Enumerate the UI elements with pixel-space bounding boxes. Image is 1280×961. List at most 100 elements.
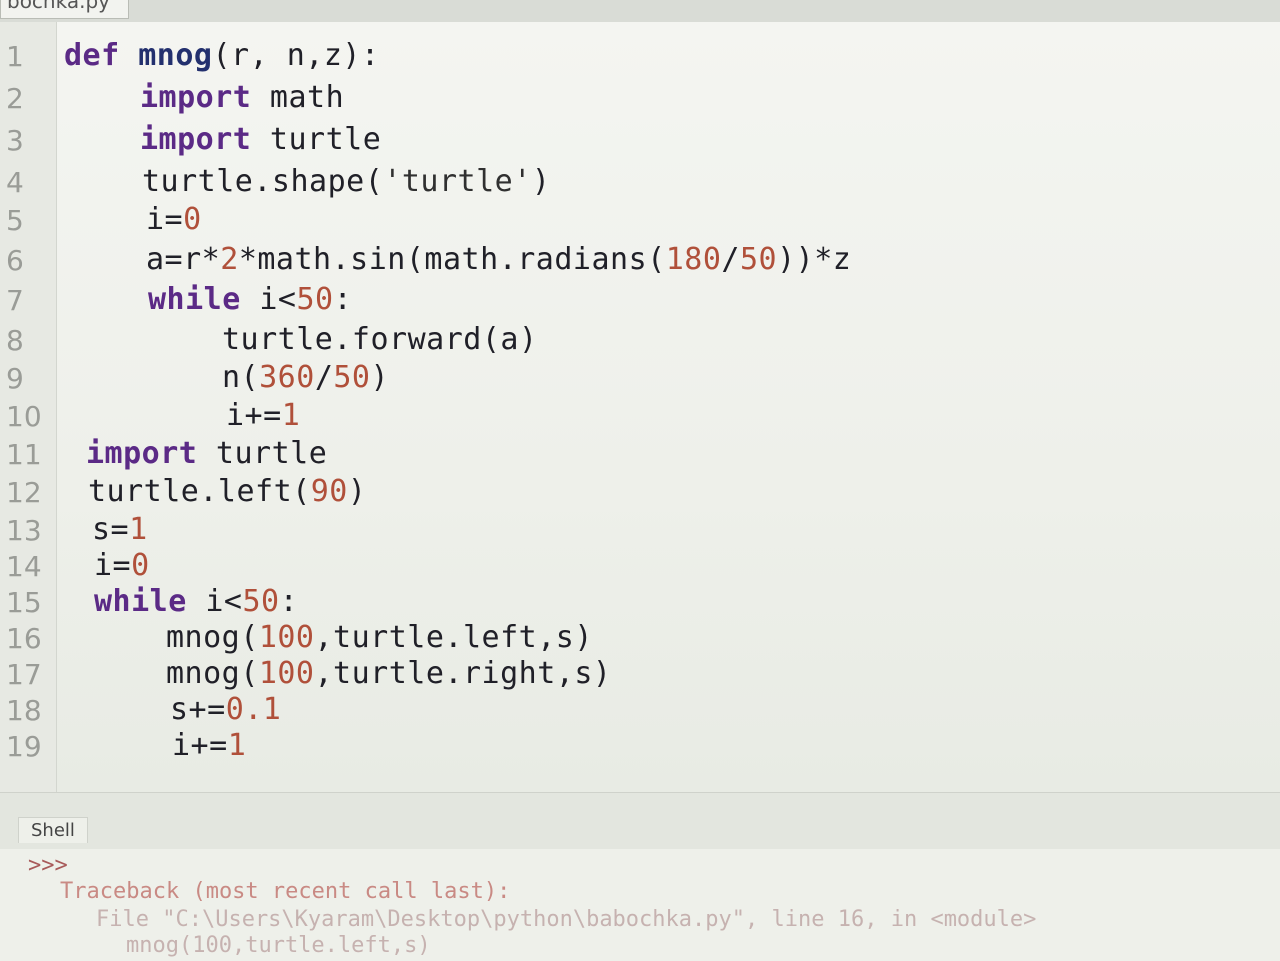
line-number: 14 xyxy=(6,550,42,583)
number-token: 360 xyxy=(259,360,315,395)
code-line[interactable]: import math xyxy=(140,80,344,115)
string-token: 'turtle' xyxy=(383,164,532,199)
code-line[interactable]: turtle.shape('turtle') xyxy=(142,164,550,199)
code-token: *math.sin(math.radians( xyxy=(238,242,666,277)
line-number: 13 xyxy=(6,514,42,547)
code-line[interactable]: while i<50: xyxy=(94,584,298,619)
traceback-file-line: File "C:\Users\Kyaram\Desktop\python\bab… xyxy=(96,907,1037,932)
line-number: 11 xyxy=(6,438,42,471)
number-token: 1 xyxy=(129,512,148,547)
number-token: 180 xyxy=(665,242,722,277)
file-tab[interactable]: bochka.py xyxy=(0,0,129,19)
keyword-token: while xyxy=(94,584,187,619)
keyword-token: while xyxy=(148,282,241,317)
traceback-call-line: mnog(100,turtle.left,s) xyxy=(126,933,431,958)
code-editor[interactable]: 1 2 3 4 5 6 7 8 9 10 11 12 13 14 15 16 17 18 19 def mnog(r… xyxy=(0,22,1280,792)
line-number: 7 xyxy=(6,284,24,317)
line-number: 18 xyxy=(6,694,42,727)
code-token: ) xyxy=(347,474,367,509)
code-token: turtle.left( xyxy=(88,474,311,509)
code-token: ) xyxy=(370,360,390,395)
code-token: turtle.shape( xyxy=(142,164,384,199)
code-token: i= xyxy=(94,548,132,583)
code-token: mnog( xyxy=(166,656,259,691)
keyword-token: import xyxy=(86,436,198,471)
line-number: 17 xyxy=(6,658,42,691)
code-token: ))*z xyxy=(777,242,852,277)
shell-panel: Shell >>> Traceback (most recent call la… xyxy=(0,792,1280,961)
line-number: 10 xyxy=(6,400,42,433)
number-token: 90 xyxy=(310,474,348,509)
code-line[interactable]: n(360/50) xyxy=(222,360,389,395)
line-number: 1 xyxy=(6,40,24,73)
number-token: 50 xyxy=(739,242,778,277)
line-number: 4 xyxy=(6,166,24,199)
traceback-header: Traceback (most recent call last): xyxy=(60,879,511,904)
keyword-token: import xyxy=(140,80,252,115)
code-token: / xyxy=(721,242,740,277)
code-token: i< xyxy=(240,282,297,317)
code-token: turtle.forward(a) xyxy=(222,322,538,357)
code-token: turtle xyxy=(251,122,382,157)
code-line[interactable]: i=0 xyxy=(94,548,150,583)
line-number: 8 xyxy=(6,324,24,357)
code-token: math xyxy=(251,80,345,115)
code-token: i+= xyxy=(172,728,228,763)
code-line[interactable]: i+=1 xyxy=(172,728,246,763)
shell-output[interactable]: >>> Traceback (most recent call last): F… xyxy=(0,849,1280,961)
code-token: (r, n,z): xyxy=(212,38,380,73)
editor-tab-bar: bochka.py xyxy=(0,0,1280,23)
code-token: turtle xyxy=(197,436,328,471)
code-line[interactable]: def mnog(r, n,z): xyxy=(64,38,380,73)
number-token: 50 xyxy=(296,282,334,317)
code-token: a=r* xyxy=(146,242,221,277)
line-number: 9 xyxy=(6,362,24,395)
line-number: 16 xyxy=(6,622,42,655)
function-name-token: mnog xyxy=(138,38,213,73)
code-token: n( xyxy=(222,360,260,395)
code-line[interactable]: import turtle xyxy=(140,122,381,157)
line-number-gutter: 1 2 3 4 5 6 7 8 9 10 11 12 13 14 15 16 17 18 19 xyxy=(0,22,57,792)
code-line[interactable]: a=r*2*math.sin(math.radians(180/50))*z xyxy=(146,242,851,277)
code-line[interactable]: i+=1 xyxy=(226,398,300,433)
shell-prompt: >>> xyxy=(28,853,68,878)
line-number: 3 xyxy=(6,124,24,157)
code-token: mnog( xyxy=(166,620,259,655)
keyword-token: import xyxy=(140,122,252,157)
number-token: 50 xyxy=(242,584,280,619)
code-line[interactable]: mnog(100,turtle.left,s) xyxy=(166,620,593,655)
code-line[interactable]: mnog(100,turtle.right,s) xyxy=(166,656,611,691)
line-number: 15 xyxy=(6,586,42,619)
code-token: ) xyxy=(531,164,551,199)
shell-tab[interactable]: Shell xyxy=(18,817,88,843)
number-token: 1 xyxy=(227,728,247,763)
code-line[interactable]: i=0 xyxy=(146,202,202,237)
code-token: i< xyxy=(186,584,243,619)
code-line[interactable]: s+=0.1 xyxy=(170,692,281,727)
code-token: : xyxy=(279,584,299,619)
code-line[interactable]: turtle.forward(a) xyxy=(222,322,538,357)
code-token: / xyxy=(314,360,334,395)
code-line[interactable]: turtle.left(90) xyxy=(88,474,366,509)
code-line[interactable]: s=1 xyxy=(92,512,148,547)
code-line[interactable]: import turtle xyxy=(86,436,327,471)
line-number: 5 xyxy=(6,204,24,237)
line-number: 6 xyxy=(6,244,24,277)
number-token: 100 xyxy=(258,620,315,655)
code-token: ,turtle.left,s) xyxy=(314,620,593,655)
code-token: s+= xyxy=(170,692,226,727)
line-number: 2 xyxy=(6,82,24,115)
number-token: 1 xyxy=(281,398,301,433)
code-token: s= xyxy=(92,512,130,547)
code-token: i= xyxy=(146,202,184,237)
number-token: 0 xyxy=(131,548,150,583)
code-token: ,turtle.right,s) xyxy=(314,656,612,691)
number-token: 50 xyxy=(333,360,371,395)
line-number: 19 xyxy=(6,730,42,763)
keyword-token: def xyxy=(64,38,120,73)
line-number: 12 xyxy=(6,476,42,509)
number-token: 2 xyxy=(220,242,239,277)
code-line[interactable]: while i<50: xyxy=(148,282,352,317)
code-token: : xyxy=(333,282,353,317)
